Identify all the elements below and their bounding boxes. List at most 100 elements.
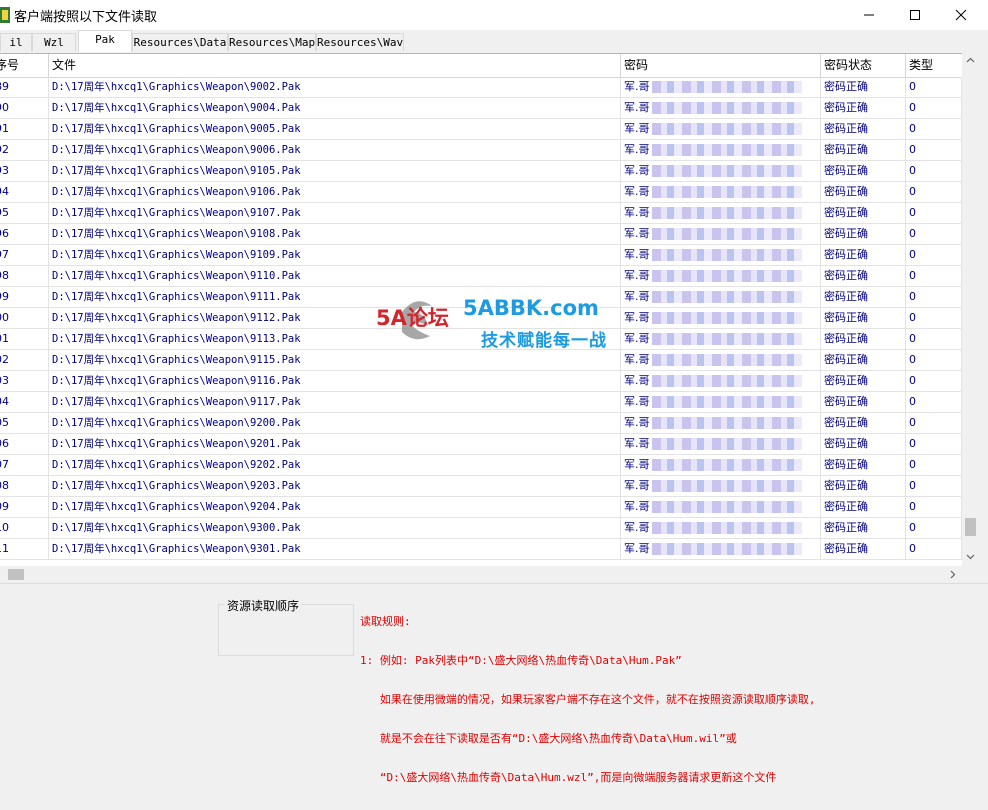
password-cell[interactable]: 军.哥: [621, 539, 821, 559]
tab-wil[interactable]: il: [0, 33, 32, 51]
file-path-cell[interactable]: D:\17周年\hxcq1\Graphics\Weapon\9106.Pak: [49, 182, 621, 202]
type-cell[interactable]: 0: [906, 518, 962, 538]
type-cell[interactable]: 0: [906, 434, 962, 454]
type-cell[interactable]: 0: [906, 308, 962, 328]
type-cell[interactable]: 0: [906, 98, 962, 118]
password-cell[interactable]: 军.哥: [621, 161, 821, 181]
password-status-cell[interactable]: 密码正确: [821, 287, 906, 307]
password-status-cell[interactable]: 密码正确: [821, 476, 906, 496]
file-path-cell[interactable]: D:\17周年\hxcq1\Graphics\Weapon\9002.Pak: [49, 77, 621, 97]
password-status-cell[interactable]: 密码正确: [821, 308, 906, 328]
table-row[interactable]: 97D:\17周年\hxcq1\Graphics\Weapon\9109.Pak…: [0, 245, 962, 266]
maximize-button[interactable]: [892, 0, 938, 30]
type-cell[interactable]: 0: [906, 140, 962, 160]
password-cell[interactable]: 军.哥: [621, 203, 821, 223]
password-status-cell[interactable]: 密码正确: [821, 98, 906, 118]
row-index-cell[interactable]: 05: [0, 413, 49, 433]
row-index-cell[interactable]: 02: [0, 350, 49, 370]
type-cell[interactable]: 0: [906, 350, 962, 370]
password-status-cell[interactable]: 密码正确: [821, 182, 906, 202]
type-cell[interactable]: 0: [906, 245, 962, 265]
password-cell[interactable]: 军.哥: [621, 287, 821, 307]
password-cell[interactable]: 军.哥: [621, 245, 821, 265]
tab-pak[interactable]: Pak: [78, 30, 132, 52]
password-cell[interactable]: 军.哥: [621, 266, 821, 286]
row-index-cell[interactable]: 09: [0, 497, 49, 517]
password-cell[interactable]: 军.哥: [621, 329, 821, 349]
row-index-cell[interactable]: 89: [0, 77, 49, 97]
type-cell[interactable]: 0: [906, 413, 962, 433]
password-cell[interactable]: 军.哥: [621, 224, 821, 244]
file-path-cell[interactable]: D:\17周年\hxcq1\Graphics\Weapon\9107.Pak: [49, 203, 621, 223]
type-cell[interactable]: 0: [906, 329, 962, 349]
password-status-cell[interactable]: 密码正确: [821, 413, 906, 433]
password-status-cell[interactable]: 密码正确: [821, 392, 906, 412]
password-cell[interactable]: 军.哥: [621, 455, 821, 475]
row-index-cell[interactable]: 10: [0, 518, 49, 538]
password-cell[interactable]: 军.哥: [621, 371, 821, 391]
type-cell[interactable]: 0: [906, 119, 962, 139]
password-cell[interactable]: 军.哥: [621, 434, 821, 454]
file-path-cell[interactable]: D:\17周年\hxcq1\Graphics\Weapon\9202.Pak: [49, 455, 621, 475]
password-cell[interactable]: 军.哥: [621, 476, 821, 496]
file-path-cell[interactable]: D:\17周年\hxcq1\Graphics\Weapon\9110.Pak: [49, 266, 621, 286]
password-status-cell[interactable]: 密码正确: [821, 266, 906, 286]
type-cell[interactable]: 0: [906, 77, 962, 97]
table-row[interactable]: 08D:\17周年\hxcq1\Graphics\Weapon\9203.Pak…: [0, 476, 962, 497]
close-button[interactable]: [938, 0, 984, 30]
file-path-cell[interactable]: D:\17周年\hxcq1\Graphics\Weapon\9004.Pak: [49, 98, 621, 118]
column-header-password[interactable]: 密码: [621, 54, 821, 77]
password-cell[interactable]: 军.哥: [621, 413, 821, 433]
horizontal-scroll-thumb[interactable]: [8, 569, 24, 580]
file-path-cell[interactable]: D:\17周年\hxcq1\Graphics\Weapon\9117.Pak: [49, 392, 621, 412]
password-status-cell[interactable]: 密码正确: [821, 371, 906, 391]
row-index-cell[interactable]: 00: [0, 308, 49, 328]
row-index-cell[interactable]: 90: [0, 98, 49, 118]
tab-wzl[interactable]: Wzl: [32, 33, 76, 51]
table-row[interactable]: 89D:\17周年\hxcq1\Graphics\Weapon\9002.Pak…: [0, 77, 962, 98]
table-row[interactable]: 90D:\17周年\hxcq1\Graphics\Weapon\9004.Pak…: [0, 98, 962, 119]
row-index-cell[interactable]: 11: [0, 539, 49, 559]
password-status-cell[interactable]: 密码正确: [821, 434, 906, 454]
table-row[interactable]: 92D:\17周年\hxcq1\Graphics\Weapon\9006.Pak…: [0, 140, 962, 161]
row-index-cell[interactable]: 94: [0, 182, 49, 202]
password-status-cell[interactable]: 密码正确: [821, 350, 906, 370]
tab-resources-map[interactable]: Resources\Map: [228, 33, 316, 51]
table-row[interactable]: 93D:\17周年\hxcq1\Graphics\Weapon\9105.Pak…: [0, 161, 962, 182]
scroll-down-icon[interactable]: [966, 554, 975, 560]
table-row[interactable]: 94D:\17周年\hxcq1\Graphics\Weapon\9106.Pak…: [0, 182, 962, 203]
password-status-cell[interactable]: 密码正确: [821, 518, 906, 538]
password-cell[interactable]: 军.哥: [621, 350, 821, 370]
file-path-cell[interactable]: D:\17周年\hxcq1\Graphics\Weapon\9108.Pak: [49, 224, 621, 244]
file-path-cell[interactable]: D:\17周年\hxcq1\Graphics\Weapon\9201.Pak: [49, 434, 621, 454]
row-index-cell[interactable]: 95: [0, 203, 49, 223]
file-path-cell[interactable]: D:\17周年\hxcq1\Graphics\Weapon\9005.Pak: [49, 119, 621, 139]
password-cell[interactable]: 军.哥: [621, 308, 821, 328]
table-row[interactable]: 04D:\17周年\hxcq1\Graphics\Weapon\9117.Pak…: [0, 392, 962, 413]
row-index-cell[interactable]: 91: [0, 119, 49, 139]
password-status-cell[interactable]: 密码正确: [821, 455, 906, 475]
type-cell[interactable]: 0: [906, 266, 962, 286]
password-status-cell[interactable]: 密码正确: [821, 329, 906, 349]
password-status-cell[interactable]: 密码正确: [821, 203, 906, 223]
row-index-cell[interactable]: 01: [0, 329, 49, 349]
password-status-cell[interactable]: 密码正确: [821, 497, 906, 517]
file-path-cell[interactable]: D:\17周年\hxcq1\Graphics\Weapon\9200.Pak: [49, 413, 621, 433]
password-status-cell[interactable]: 密码正确: [821, 161, 906, 181]
vertical-scrollbar[interactable]: [962, 53, 979, 566]
type-cell[interactable]: 0: [906, 161, 962, 181]
row-index-cell[interactable]: 98: [0, 266, 49, 286]
column-header-status[interactable]: 密码状态: [821, 54, 906, 77]
table-row[interactable]: 10D:\17周年\hxcq1\Graphics\Weapon\9300.Pak…: [0, 518, 962, 539]
file-path-cell[interactable]: D:\17周年\hxcq1\Graphics\Weapon\9203.Pak: [49, 476, 621, 496]
column-header-type[interactable]: 类型: [906, 54, 962, 77]
file-path-cell[interactable]: D:\17周年\hxcq1\Graphics\Weapon\9006.Pak: [49, 140, 621, 160]
password-cell[interactable]: 军.哥: [621, 140, 821, 160]
row-index-cell[interactable]: 07: [0, 455, 49, 475]
table-row[interactable]: 91D:\17周年\hxcq1\Graphics\Weapon\9005.Pak…: [0, 119, 962, 140]
file-path-cell[interactable]: D:\17周年\hxcq1\Graphics\Weapon\9109.Pak: [49, 245, 621, 265]
type-cell[interactable]: 0: [906, 392, 962, 412]
row-index-cell[interactable]: 99: [0, 287, 49, 307]
password-cell[interactable]: 军.哥: [621, 98, 821, 118]
table-row[interactable]: 96D:\17周年\hxcq1\Graphics\Weapon\9108.Pak…: [0, 224, 962, 245]
